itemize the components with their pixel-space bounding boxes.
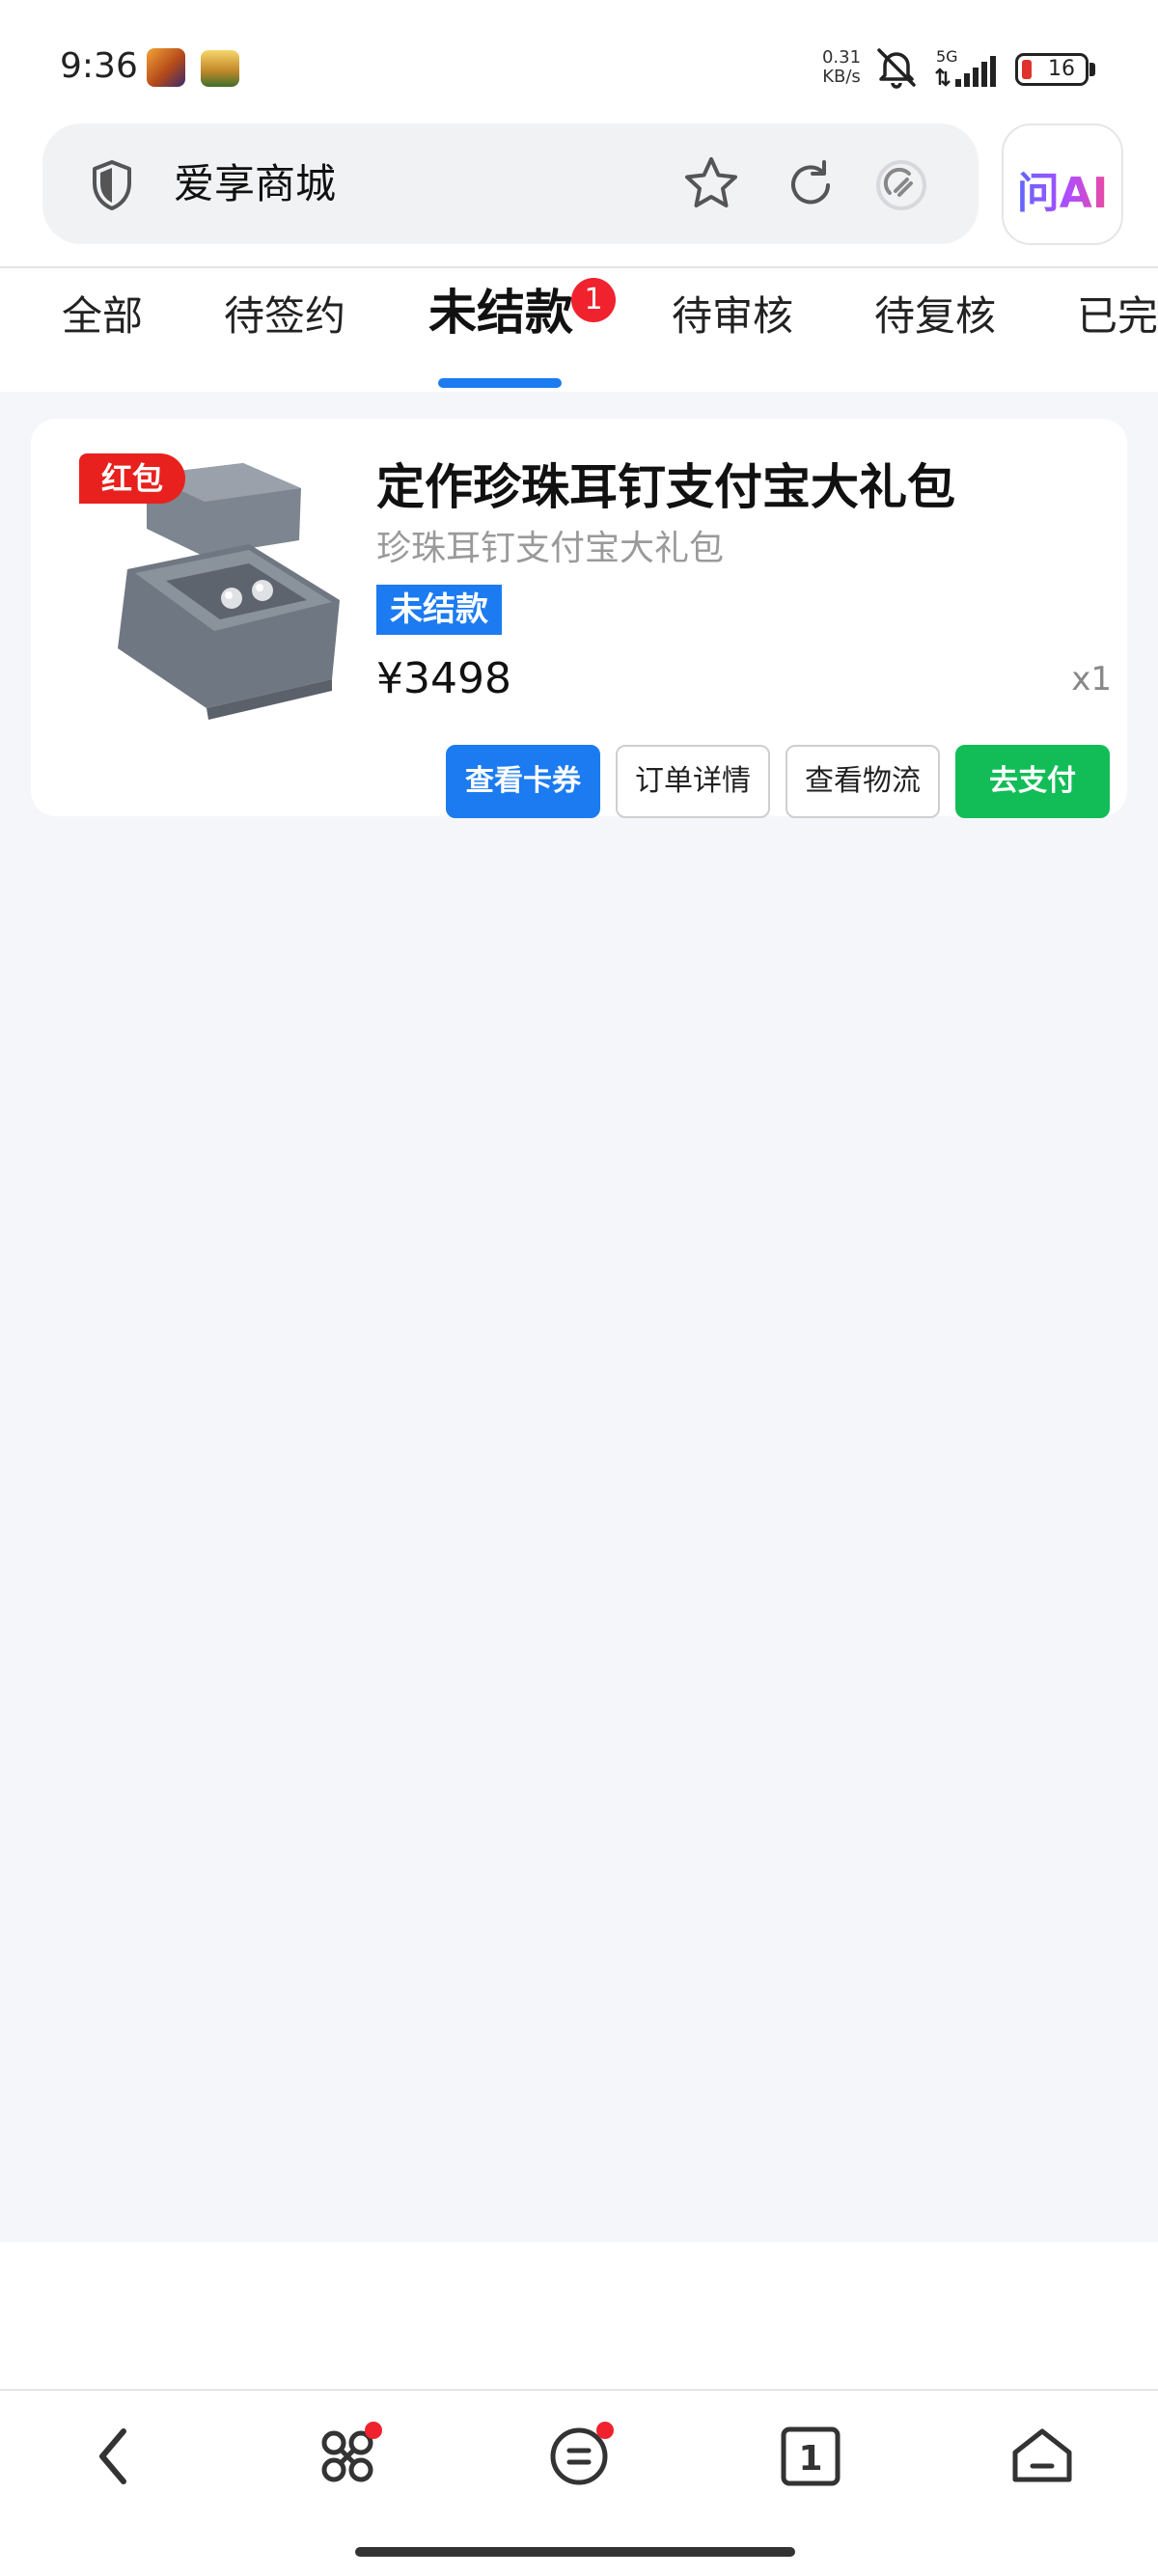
order-price: ¥3498 [376, 654, 511, 703]
tab-pending-sign[interactable]: 待签约 [224, 288, 345, 345]
network-type: 5G [936, 47, 958, 66]
net-speed-unit: KB/s [822, 67, 861, 87]
net-speed-value: 0.31 [821, 47, 862, 68]
ask-ai-label: 问AI [1004, 158, 1121, 220]
order-quantity: x1 [1071, 660, 1112, 699]
status-time: 9:36 [60, 46, 138, 86]
back-icon[interactable] [81, 2422, 151, 2491]
tab-pending-review[interactable]: 待审核 [672, 288, 793, 345]
status-bar: 9:36 0.31 KB/s 5G 16 [0, 0, 1158, 125]
order-list: 红包 定作珍珠耳钉支付宝大礼包 珍珠耳钉支付宝大礼包 未结款 ¥3498 x1 … [0, 392, 1158, 2242]
battery-text: 16 [1048, 57, 1075, 81]
apps-notification-dot [365, 2422, 382, 2439]
game-app-icon [147, 48, 185, 87]
battery-level [1022, 60, 1032, 79]
view-coupon-button[interactable]: 查看卡券 [446, 745, 600, 818]
product-title[interactable]: 定作珍珠耳钉支付宝大礼包 [376, 453, 955, 521]
net-speed: 0.31 KB/s [820, 48, 863, 87]
active-tab-indicator [438, 378, 562, 388]
tab-completed[interactable]: 已完 [1077, 288, 1158, 345]
pay-button[interactable]: 去支付 [955, 745, 1110, 818]
tab-count: 1 [798, 2439, 822, 2479]
tabs-icon[interactable]: 1 [776, 2422, 845, 2491]
battery-cap [1089, 63, 1095, 76]
battery-icon: 16 [1015, 53, 1089, 86]
page-title[interactable]: 爱享商城 [174, 156, 336, 212]
order-status-badge: 未结款 [376, 585, 502, 635]
menu-notification-dot [596, 2422, 614, 2439]
shield-icon[interactable] [89, 158, 135, 212]
home-indicator[interactable] [355, 2547, 795, 2557]
signal-icon: 5G [935, 47, 996, 87]
star-icon[interactable] [681, 154, 741, 212]
promo-tag: 红包 [79, 453, 185, 504]
mute-icon [877, 48, 916, 89]
refresh-icon[interactable] [782, 156, 840, 214]
ask-ai-button[interactable]: 问AI [1002, 123, 1123, 245]
home-icon[interactable] [1007, 2422, 1077, 2491]
order-card[interactable]: 红包 定作珍珠耳钉支付宝大礼包 珍珠耳钉支付宝大礼包 未结款 ¥3498 x1 … [31, 419, 1127, 818]
order-detail-button[interactable]: 订单详情 [616, 745, 770, 818]
landscape-app-icon [201, 50, 239, 87]
order-status-tabs: 全部 待签约 未结款 1 待审核 待复核 已完 [0, 268, 1158, 392]
tab-unsettled[interactable]: 未结款 [428, 284, 573, 342]
speed-icon[interactable] [872, 156, 930, 214]
tab-pending-recheck[interactable]: 待复核 [874, 288, 996, 345]
tab-all[interactable]: 全部 [62, 288, 143, 345]
product-subtitle: 珍珠耳钉支付宝大礼包 [376, 529, 725, 568]
view-logistics-button[interactable]: 查看物流 [786, 745, 940, 818]
tab-unsettled-badge: 1 [571, 278, 616, 322]
